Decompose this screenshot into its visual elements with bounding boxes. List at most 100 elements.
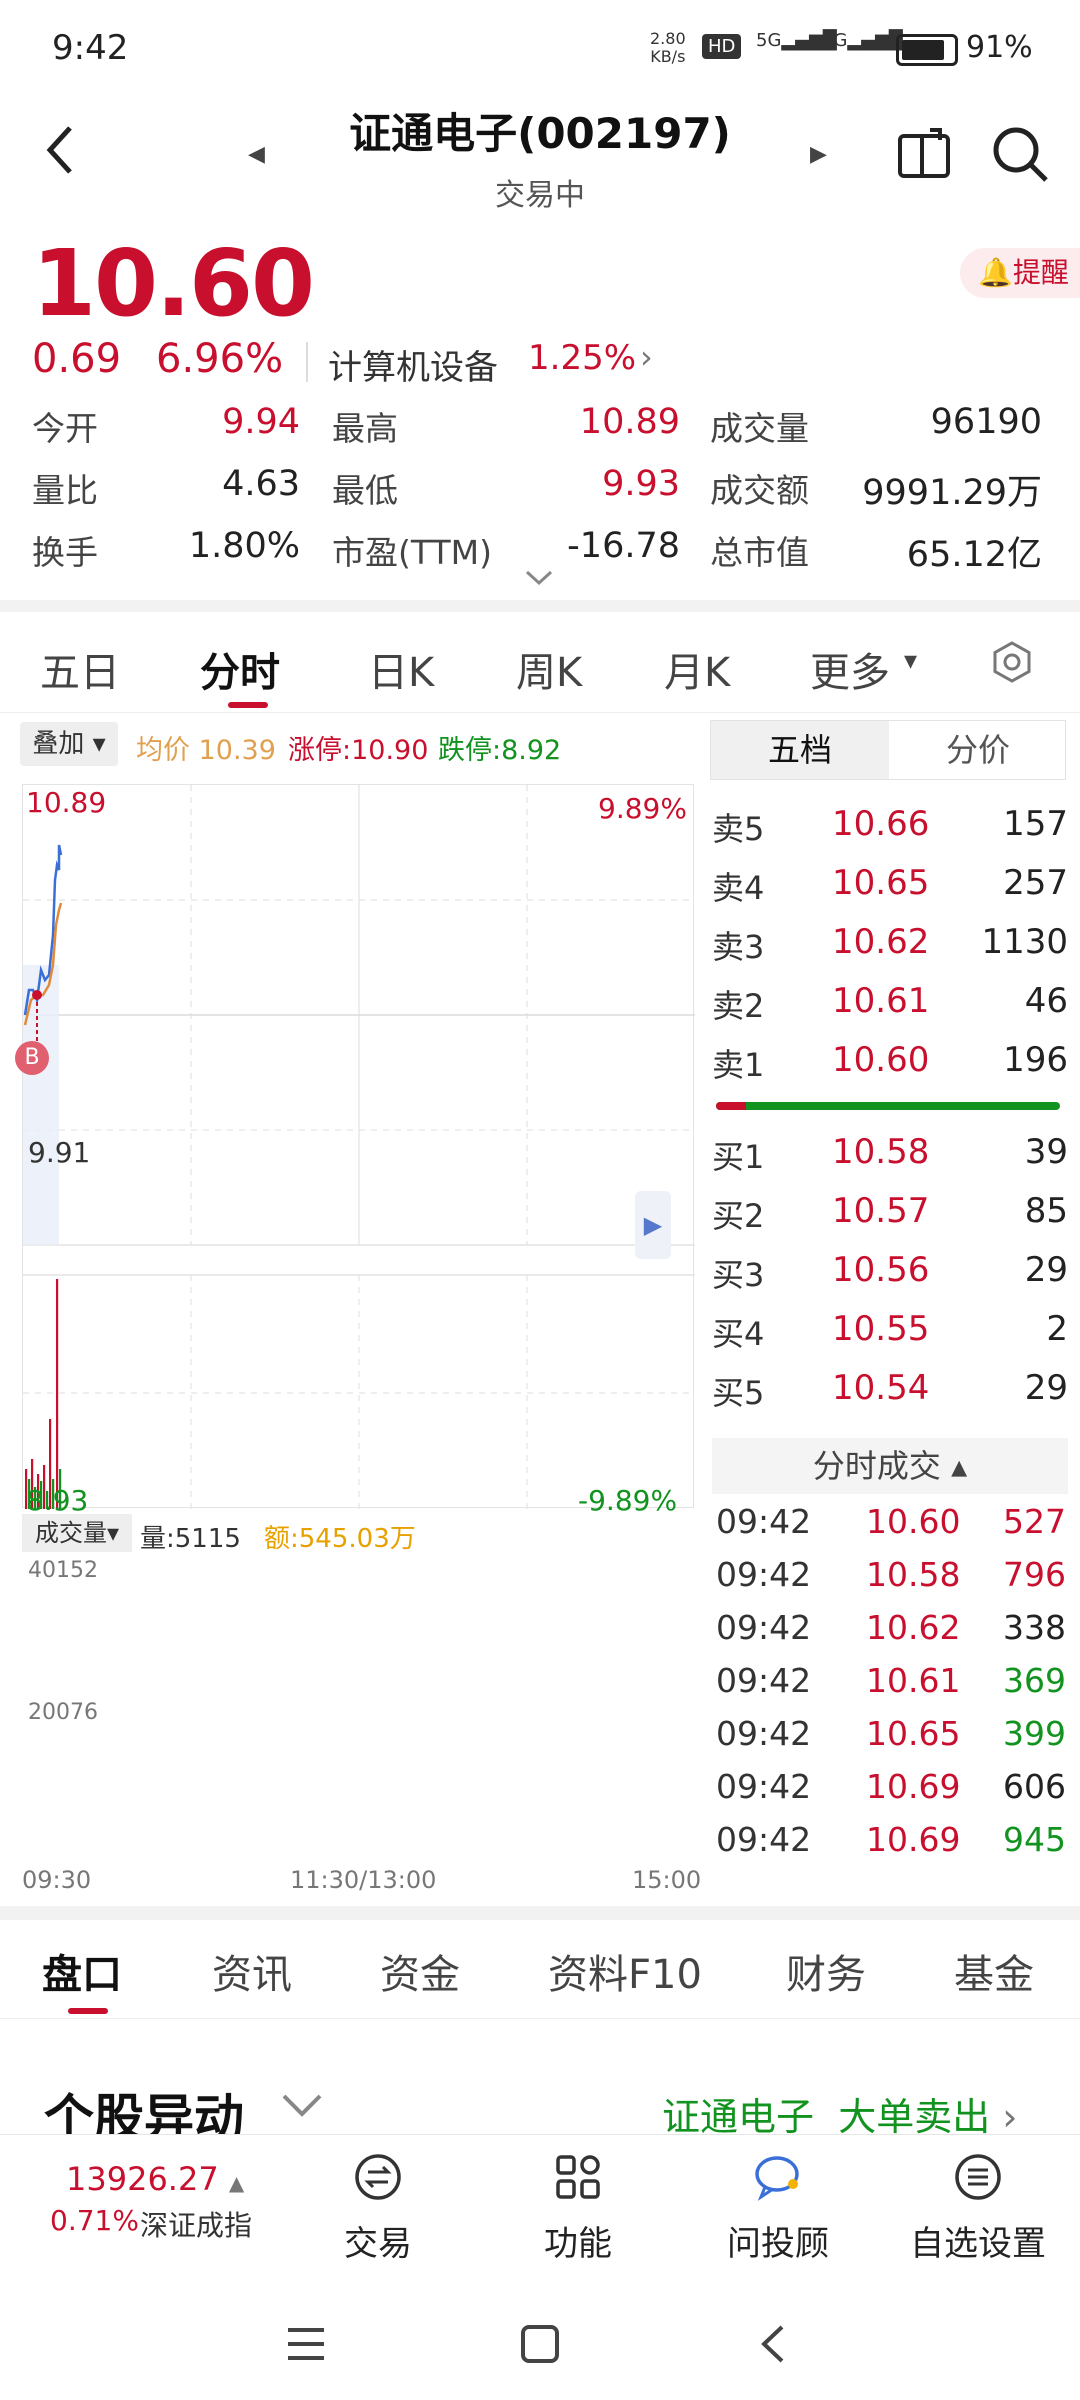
tick-row: 09:42 10.60 527	[716, 1502, 1066, 1554]
tick-volume: 945	[1003, 1820, 1066, 1859]
intraday-chart[interactable]: B ▶	[15, 784, 695, 1509]
next-stock-icon[interactable]: ▶	[810, 142, 827, 167]
volume-bars	[25, 1279, 62, 1509]
stat-value: 65.12亿	[906, 535, 1042, 575]
limit-up: 涨停:10.90	[288, 735, 429, 766]
chevron-right-icon[interactable]: ›	[640, 338, 653, 376]
asks-label: 卖4	[712, 869, 765, 907]
tab-4[interactable]: 月K	[664, 640, 730, 698]
info-tab-0[interactable]: 盘口	[42, 1942, 122, 2000]
overlay-label: 叠加	[32, 729, 85, 759]
asks-row[interactable]: 卖5 10.66 157	[712, 804, 1068, 862]
separator	[306, 342, 308, 382]
tick-price: 10.60	[866, 1502, 961, 1541]
asks-label: 卖5	[712, 810, 765, 848]
asks-price: 10.61	[832, 981, 930, 1021]
volume-dropdown[interactable]: 成交量▾	[22, 1514, 132, 1552]
stat-label: 最高	[332, 409, 398, 448]
nav-advisor[interactable]: 问投顾	[708, 2152, 848, 2265]
tab-price-distribution[interactable]: 分价	[889, 721, 1067, 779]
anomaly-event: 大单卖出	[838, 2095, 991, 2139]
info-tab-2[interactable]: 资金	[380, 1942, 460, 2000]
bids-row[interactable]: 买1 10.58 39	[712, 1132, 1068, 1190]
tab-five-levels[interactable]: 五档	[711, 721, 889, 779]
chart-bottom-pct: -9.89%	[578, 1484, 678, 1517]
stock-title: 证通电子(002197)	[349, 109, 731, 158]
prev-stock-icon[interactable]: ◀	[248, 142, 265, 167]
info-tab-divider	[0, 2018, 1080, 2019]
tick-volume: 527	[1003, 1502, 1066, 1541]
avg-label: 均价	[136, 735, 190, 766]
bids-price: 10.54	[832, 1368, 930, 1408]
nav-watchlist-settings[interactable]: 自选设置	[908, 2152, 1048, 2265]
volume-mid: 20076	[28, 1700, 98, 1725]
overlay-dropdown[interactable]: 叠加 ▾	[20, 722, 118, 766]
index-value[interactable]: 13926.27 ▲	[66, 2160, 244, 2198]
stat-value: 9991.29万	[862, 473, 1042, 513]
info-tab-5[interactable]: 基金	[954, 1942, 1034, 2000]
asks-qty: 196	[1003, 1040, 1068, 1080]
bids-row[interactable]: 买5 10.54 29	[712, 1368, 1068, 1426]
asks-qty: 257	[1003, 863, 1068, 903]
settings-icon[interactable]	[990, 640, 1034, 688]
bids-row[interactable]: 买4 10.55 2	[712, 1309, 1068, 1367]
tab-3[interactable]: 周K	[516, 640, 582, 698]
asks-row[interactable]: 卖4 10.65 257	[712, 863, 1068, 921]
signal-icon-2: 5G▂▄▆█	[822, 30, 903, 51]
info-tab-1[interactable]: 资讯	[212, 1942, 292, 2000]
tick-volume: 338	[1003, 1608, 1066, 1647]
nav-functions[interactable]: 功能	[508, 2152, 648, 2265]
compare-icon[interactable]	[896, 126, 952, 186]
tick-row: 09:42 10.69 945	[716, 1820, 1066, 1872]
stat-label: 成交额	[710, 471, 809, 510]
anomaly-stock: 证通电子	[662, 2095, 815, 2139]
time-mid: 11:30/13:00	[290, 1866, 437, 1894]
status-time: 9:42	[52, 28, 129, 68]
volume-value: 量:5115	[140, 1524, 241, 1554]
back-nav-icon[interactable]	[758, 2324, 788, 2368]
chevron-down-icon[interactable]	[280, 2090, 324, 2124]
bids-price: 10.57	[832, 1191, 930, 1231]
limit-down: 跌停:8.92	[438, 735, 562, 766]
bids-label: 买2	[712, 1197, 765, 1235]
asks-row[interactable]: 卖1 10.60 196	[712, 1040, 1068, 1098]
index-value-text: 13926.27	[66, 2160, 219, 2198]
asks-row[interactable]: 卖3 10.62 1130	[712, 922, 1068, 980]
asks-qty: 46	[1024, 981, 1068, 1021]
tick-row: 09:42 10.65 399	[716, 1714, 1066, 1766]
tab-1[interactable]: 分时	[200, 640, 280, 698]
index-pct: 0.71%	[50, 2204, 139, 2237]
stat-label: 成交量	[710, 409, 809, 448]
tab-5[interactable]: 更多	[810, 640, 890, 698]
anomaly-link[interactable]: 证通电子 大单卖出 ›	[662, 2086, 1017, 2141]
bids-label: 买3	[712, 1256, 765, 1294]
tick-price: 10.69	[866, 1820, 961, 1859]
buy-marker-icon[interactable]: B	[15, 1041, 49, 1075]
tick-header[interactable]: 分时成交 ▴	[712, 1438, 1068, 1494]
volume-max: 40152	[28, 1558, 98, 1583]
menu-icon[interactable]	[286, 2326, 326, 2366]
bids-row[interactable]: 买2 10.57 85	[712, 1191, 1068, 1249]
info-tab-3[interactable]: 资料F10	[548, 1942, 702, 2000]
expand-chevron-icon[interactable]	[524, 568, 554, 592]
home-icon[interactable]	[520, 2324, 560, 2368]
grid-icon	[553, 2152, 603, 2202]
tab-2[interactable]: 日K	[368, 640, 434, 698]
sector-pct[interactable]: 1.25%	[528, 338, 636, 378]
back-icon[interactable]	[40, 120, 80, 180]
index-name: 深证成指	[140, 2209, 253, 2242]
active-tab-indicator	[228, 702, 268, 708]
info-tab-4[interactable]: 财务	[786, 1942, 866, 2000]
nav-trade[interactable]: 交易	[308, 2152, 448, 2265]
alert-label: 提醒	[1012, 256, 1069, 289]
search-icon[interactable]	[990, 124, 1050, 188]
asks-label: 卖3	[712, 928, 765, 966]
signal-label-2: 5G	[822, 30, 848, 51]
tab-0[interactable]: 五日	[40, 640, 120, 698]
battery-percent: 91%	[966, 30, 1033, 65]
alert-button[interactable]: 🔔提醒	[960, 248, 1080, 298]
sector-name[interactable]: 计算机设备	[328, 340, 498, 389]
expand-chart-icon[interactable]: ▶	[635, 1191, 671, 1259]
bids-row[interactable]: 买3 10.56 29	[712, 1250, 1068, 1308]
asks-row[interactable]: 卖2 10.61 46	[712, 981, 1068, 1039]
